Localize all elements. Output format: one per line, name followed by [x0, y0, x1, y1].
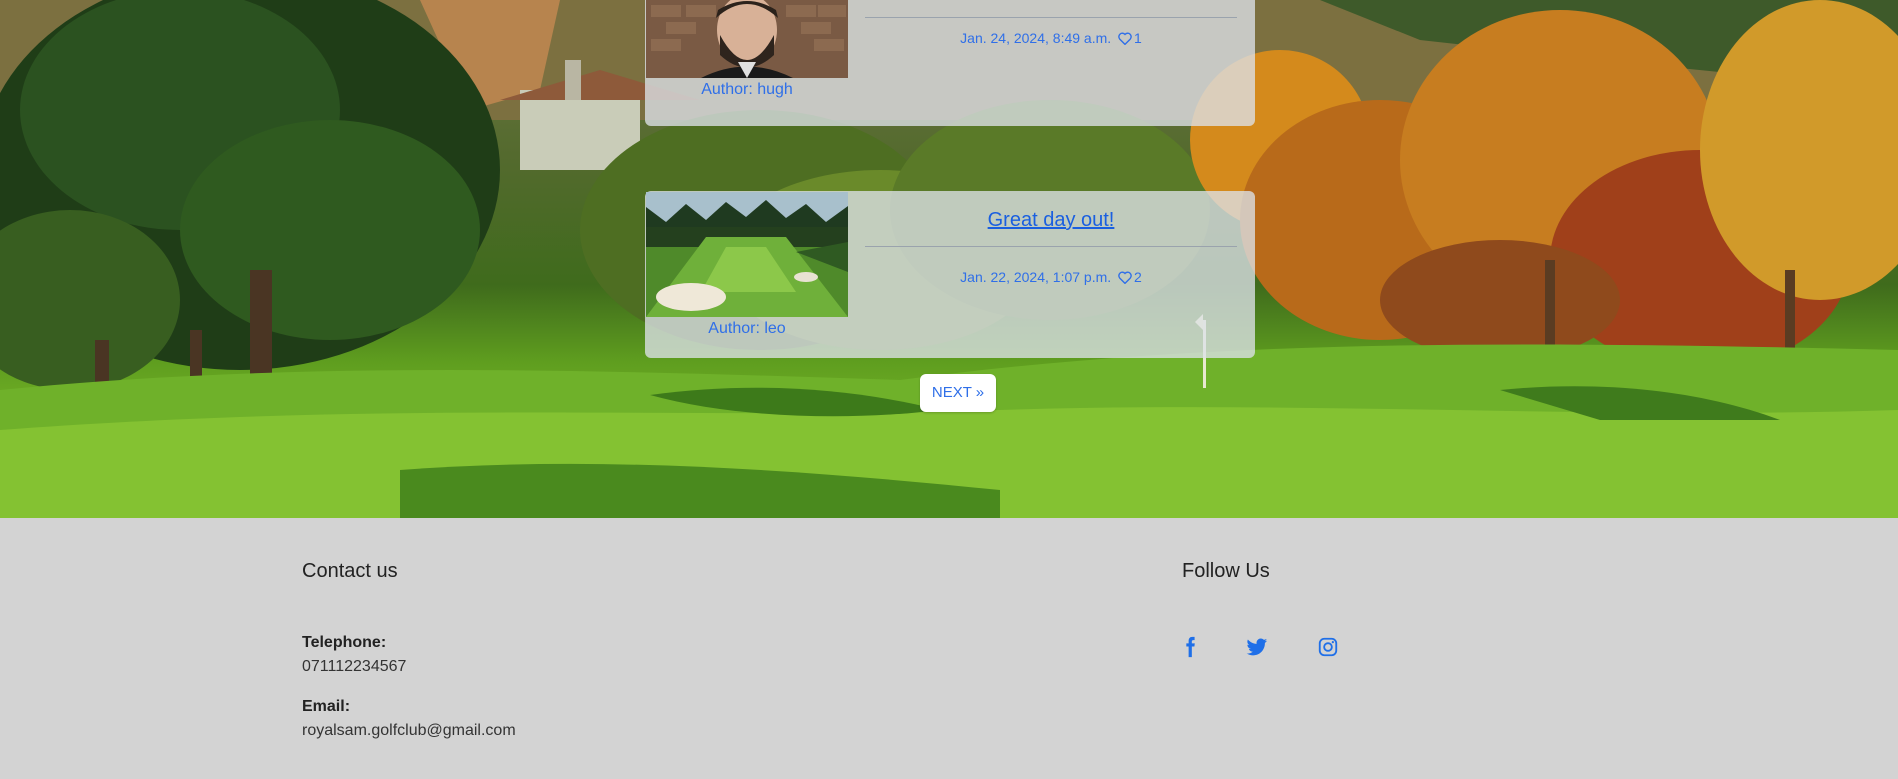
- post-likes: 1: [1134, 30, 1142, 46]
- contact-heading: Contact us: [302, 560, 398, 582]
- instagram-icon[interactable]: [1317, 636, 1339, 658]
- email-label: Email:: [302, 698, 351, 715]
- post-author: Author: leo: [708, 320, 786, 337]
- post-date: Jan. 22, 2024, 1:07 p.m.: [960, 269, 1112, 285]
- email-value: royalsam.golfclub@gmail.com: [302, 722, 516, 739]
- post-thumbnail[interactable]: [646, 192, 848, 317]
- post-divider: [865, 246, 1237, 247]
- post-author: Author: hugh: [701, 81, 793, 98]
- post-meta: Jan. 22, 2024, 1:07 p.m. 2: [865, 269, 1237, 287]
- post-card[interactable]: Author: leo Great day out! Jan. 22, 2024…: [645, 191, 1255, 358]
- heart-icon[interactable]: [1118, 271, 1132, 287]
- heart-icon[interactable]: [1118, 32, 1132, 48]
- post-likes: 2: [1134, 269, 1142, 285]
- telephone-value: 071112234567: [302, 658, 407, 675]
- post-meta: Jan. 24, 2024, 8:49 a.m. 1: [865, 30, 1237, 48]
- telephone-label: Telephone:: [302, 634, 387, 651]
- twitter-icon[interactable]: [1246, 636, 1268, 658]
- next-page-button[interactable]: NEXT »: [920, 374, 996, 412]
- post-title-link[interactable]: Great day out!: [865, 209, 1237, 232]
- facebook-icon[interactable]: [1179, 636, 1201, 658]
- follow-heading: Follow Us: [1182, 560, 1270, 582]
- post-card[interactable]: Author: hugh Jan. 24, 2024, 8:49 a.m. 1: [645, 0, 1255, 126]
- post-date: Jan. 24, 2024, 8:49 a.m.: [960, 30, 1112, 46]
- post-thumbnail[interactable]: [646, 0, 848, 78]
- site-footer: Contact us Telephone: 071112234567 Email…: [0, 518, 1898, 779]
- post-divider: [865, 17, 1237, 18]
